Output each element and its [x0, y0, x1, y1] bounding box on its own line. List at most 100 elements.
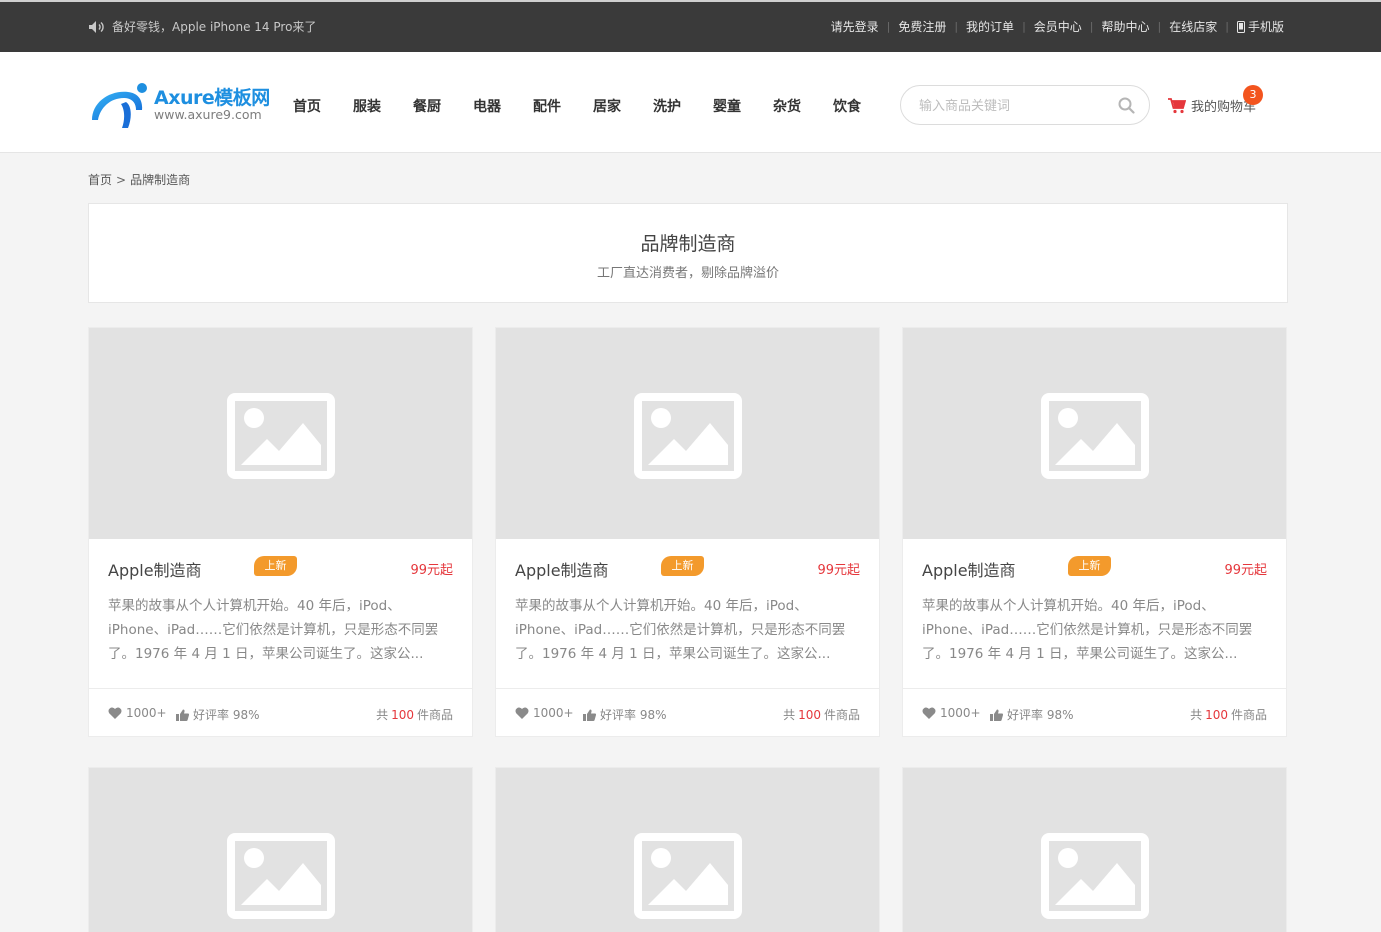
help-center-link[interactable]: 帮助中心 [1102, 18, 1150, 35]
site-logo[interactable]: Axure模板网 www.axure9.com [88, 80, 278, 132]
nav-item-toiletries[interactable]: 洗护 [653, 96, 681, 116]
brand-card[interactable]: Apple制造商 上新 99元起 苹果的故事从个人计算机开始。40 年后，iPo… [495, 327, 880, 737]
online-store-link[interactable]: 在线店家 [1169, 18, 1217, 35]
likes-count: 1000+ [533, 706, 574, 720]
shopping-cart-icon [1168, 97, 1186, 113]
brand-description: 苹果的故事从个人计算机开始。40 年后，iPod、iPhone、iPad……它们… [515, 598, 846, 662]
brand-name: Apple制造商 [515, 561, 609, 580]
brand-description: 苹果的故事从个人计算机开始。40 年后，iPod、iPhone、iPad……它们… [108, 598, 439, 662]
brand-name: Apple制造商 [922, 561, 1016, 580]
register-link[interactable]: 免费注册 [898, 18, 946, 35]
thumbs-up-icon [990, 709, 1003, 721]
search-icon[interactable] [1118, 97, 1135, 114]
card-footer: 1000+ 好评率 98% 共 100 件商品 [89, 688, 472, 736]
brand-image-placeholder [903, 768, 1286, 932]
image-placeholder-icon [1041, 393, 1149, 479]
member-center-link[interactable]: 会员中心 [1034, 18, 1082, 35]
divider: | [886, 20, 891, 33]
mobile-version-link[interactable]: 手机版 [1236, 18, 1284, 35]
mobile-phone-icon [1236, 20, 1245, 33]
product-total: 共 100 件商品 [376, 706, 453, 723]
nav-item-appliances[interactable]: 电器 [473, 96, 501, 116]
logo-brand-name: Axure模板网 [154, 87, 270, 109]
brand-image-placeholder [89, 768, 472, 932]
total-count: 100 [798, 708, 821, 722]
divider: | [1157, 20, 1162, 33]
page-title: 品牌制造商 [640, 233, 736, 255]
breadcrumb: 首页 > 品牌制造商 [88, 171, 190, 188]
speaker-icon [89, 20, 104, 33]
nav-item-home[interactable]: 首页 [293, 96, 321, 116]
brand-image-placeholder [903, 328, 1286, 539]
brand-card[interactable] [88, 767, 473, 932]
nav-item-home-living[interactable]: 居家 [593, 96, 621, 116]
nav-item-kitchen[interactable]: 餐厨 [413, 96, 441, 116]
likes-stat: 1000+ [108, 706, 167, 720]
top-bar: 备好零钱，Apple iPhone 14 Pro来了 请先登录 | 免费注册 | 我… [0, 0, 1381, 52]
image-placeholder-icon [634, 393, 742, 479]
product-total: 共 100 件商品 [783, 706, 860, 723]
nav-item-accessories[interactable]: 配件 [533, 96, 561, 116]
search-input[interactable] [919, 96, 1114, 116]
heart-icon [922, 707, 936, 719]
nav-item-baby[interactable]: 婴童 [713, 96, 741, 116]
brand-price: 99元起 [410, 563, 453, 578]
breadcrumb-separator: > [116, 173, 127, 187]
divider: | [1022, 20, 1026, 33]
thumbs-up-icon [176, 709, 189, 721]
total-prefix: 共 [1190, 708, 1203, 722]
rating-text: 好评率 98% [193, 708, 260, 722]
breadcrumb-home[interactable]: 首页 [88, 173, 112, 187]
image-placeholder-icon [1041, 833, 1149, 919]
image-placeholder-icon [227, 393, 335, 479]
nav-item-clothing[interactable]: 服装 [353, 96, 381, 116]
new-badge: 上新 [1068, 556, 1111, 576]
brand-card[interactable]: Apple制造商 上新 99元起 苹果的故事从个人计算机开始。40 年后，iPo… [88, 327, 473, 737]
rating-stat: 好评率 98% [990, 706, 1074, 723]
cart-link[interactable]: 我的购物车 3 [1168, 85, 1263, 115]
brand-image-placeholder [496, 768, 879, 932]
likes-count: 1000+ [940, 706, 981, 720]
announcement: 备好零钱，Apple iPhone 14 Pro来了 [88, 18, 316, 35]
top-links: 请先登录 | 免费注册 | 我的订单 | 会员中心 | 帮助中心 | 在线店家 | 手机版 [831, 18, 1284, 35]
login-link[interactable]: 请先登录 [831, 18, 879, 35]
likes-stat: 1000+ [515, 706, 574, 720]
nav-item-groceries[interactable]: 杂货 [773, 96, 801, 116]
rating-stat: 好评率 98% [583, 706, 667, 723]
brand-description: 苹果的故事从个人计算机开始。40 年后，iPod、iPhone、iPad……它们… [922, 598, 1253, 662]
card-footer: 1000+ 好评率 98% 共 100 件商品 [903, 688, 1286, 736]
total-prefix: 共 [376, 708, 389, 722]
breadcrumb-current: 品牌制造商 [130, 173, 191, 187]
divider: | [954, 20, 959, 33]
my-orders-link[interactable]: 我的订单 [966, 18, 1014, 35]
image-placeholder-icon [227, 833, 335, 919]
logo-mark-icon [92, 83, 147, 128]
cart-count-badge: 3 [1243, 85, 1263, 105]
likes-count: 1000+ [126, 706, 167, 720]
total-suffix: 件商品 [1230, 708, 1267, 722]
thumbs-up-icon [583, 709, 596, 721]
site-header: Axure模板网 www.axure9.com 首页 服装 餐厨 电器 配件 居… [0, 52, 1381, 153]
announcement-text: 备好零钱，Apple iPhone 14 Pro来了 [112, 20, 317, 34]
brand-card[interactable] [902, 767, 1287, 932]
main-nav: 首页 服装 餐厨 电器 配件 居家 洗护 婴童 杂货 饮食 [293, 96, 893, 116]
brand-price: 99元起 [817, 563, 860, 578]
new-badge: 上新 [661, 556, 704, 576]
brand-card[interactable]: Apple制造商 上新 99元起 苹果的故事从个人计算机开始。40 年后，iPo… [902, 327, 1287, 737]
product-total: 共 100 件商品 [1190, 706, 1267, 723]
total-count: 100 [1205, 708, 1228, 722]
card-footer: 1000+ 好评率 98% 共 100 件商品 [496, 688, 879, 736]
page-subtitle: 工厂直达消费者，剔除品牌溢价 [596, 266, 779, 281]
nav-item-food[interactable]: 饮食 [833, 96, 861, 116]
heart-icon [108, 707, 122, 719]
total-prefix: 共 [783, 708, 796, 722]
rating-text: 好评率 98% [1007, 708, 1074, 722]
image-placeholder-icon [634, 833, 742, 919]
new-badge: 上新 [254, 556, 297, 576]
brand-price: 99元起 [1224, 563, 1267, 578]
likes-stat: 1000+ [922, 706, 981, 720]
search-box [900, 85, 1150, 125]
brand-name: Apple制造商 [108, 561, 202, 580]
brand-card[interactable] [495, 767, 880, 932]
logo-url: www.axure9.com [154, 107, 262, 122]
